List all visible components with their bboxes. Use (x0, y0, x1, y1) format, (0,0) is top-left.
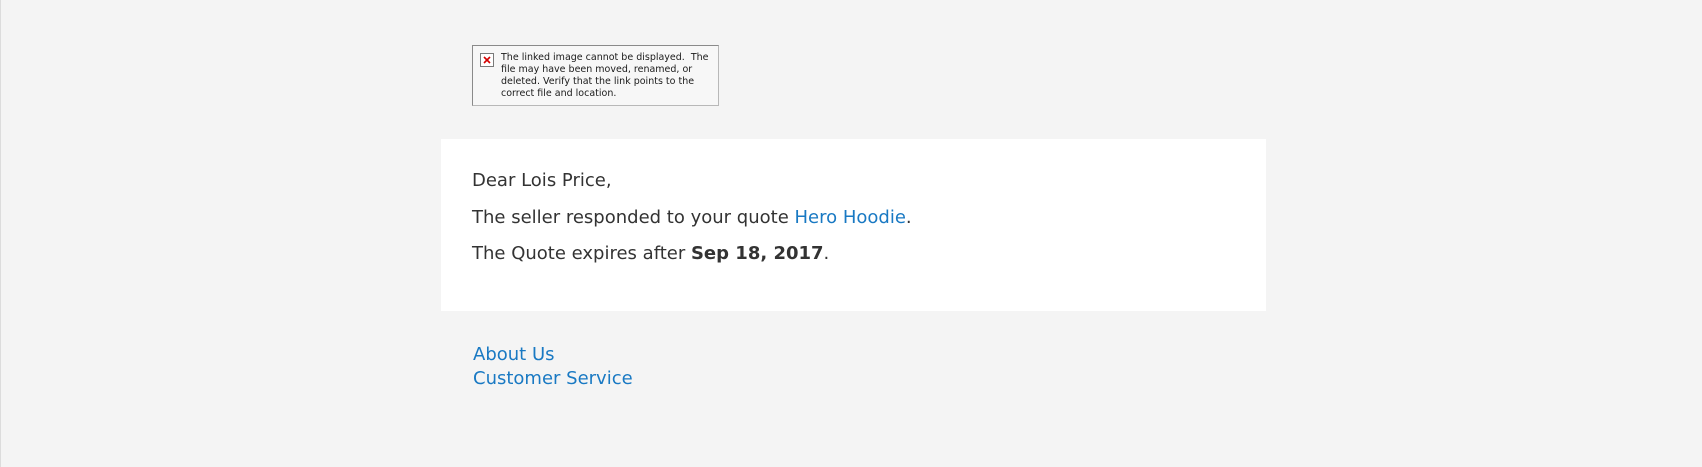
footer-links: About Us Customer Service (473, 343, 633, 391)
greeting: Dear Lois Price, (472, 170, 612, 191)
footer-link-customer-service[interactable]: Customer Service (473, 367, 633, 391)
quote-expiry-sentence: The Quote expires after Sep 18, 2017. (472, 242, 829, 266)
response-suffix-text: . (905, 207, 912, 228)
broken-image-icon (480, 53, 494, 67)
expiry-date: Sep 18, 2017 (690, 243, 824, 264)
email-message-card: Dear Lois Price, The seller responded to… (441, 139, 1266, 311)
quote-link[interactable]: Hero Hoodie (795, 207, 906, 228)
expiry-prefix-text: The Quote expires after (472, 243, 691, 264)
quote-response-sentence: The seller responded to your quote Hero … (472, 206, 912, 230)
footer-link-about-us[interactable]: About Us (473, 343, 633, 367)
page-left-border (0, 0, 1, 467)
broken-image-message: The linked image cannot be displayed. Th… (501, 52, 712, 99)
response-prefix-text: The seller responded to your quote (472, 207, 795, 228)
expiry-suffix-text: . (823, 243, 830, 264)
broken-image-placeholder: The linked image cannot be displayed. Th… (472, 45, 719, 106)
